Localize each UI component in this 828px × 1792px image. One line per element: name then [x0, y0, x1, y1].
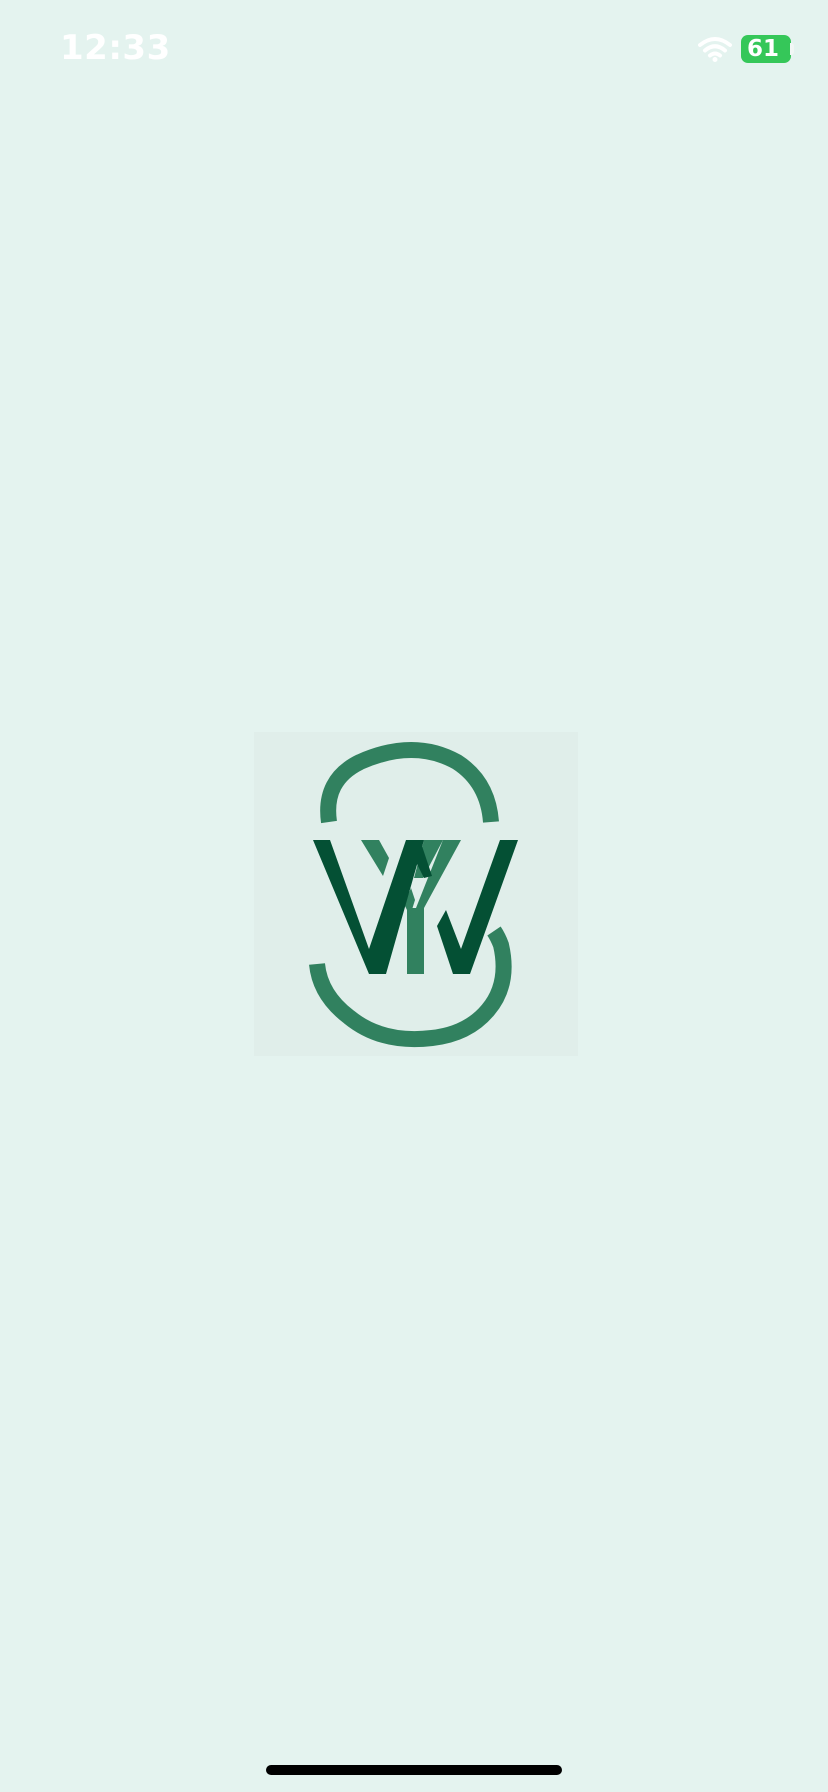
- logo-upper-arc: [320, 742, 499, 824]
- status-time: 12:33: [60, 28, 171, 68]
- sw-monogram-logo-icon: [309, 742, 518, 1048]
- battery-indicator: 61: [741, 35, 791, 63]
- wifi-icon: [698, 37, 732, 62]
- battery-level: 61: [747, 36, 780, 62]
- logo-left-light-stroke: [361, 840, 389, 876]
- logo-center-light-stem: [407, 908, 424, 974]
- status-bar: 12:33 61: [0, 0, 828, 100]
- logo-panel: [254, 732, 578, 1056]
- battery-cap: [790, 43, 794, 55]
- home-indicator[interactable]: [266, 1765, 562, 1775]
